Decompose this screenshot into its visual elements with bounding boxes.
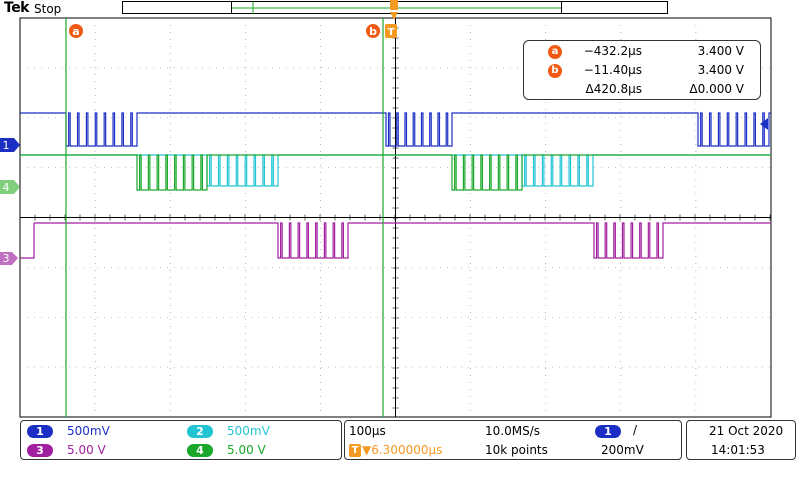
trigger-slope-icon: /: [633, 423, 638, 437]
ch3-ground-marker[interactable]: 3: [0, 252, 18, 265]
bottom-status-panel: 1 500mV 2 500mV 3 5.00 V 4 5.00 V 100µs …: [0, 418, 800, 480]
readout-time-a: −432.2µs: [583, 44, 642, 58]
ch4-badge[interactable]: 4: [187, 444, 213, 457]
ch2-badge[interactable]: 2: [187, 425, 213, 438]
ch1-ground-marker[interactable]: 1: [0, 138, 20, 152]
cursor-b-badge[interactable]: b: [366, 24, 380, 38]
svg-text:b: b: [369, 25, 377, 38]
readout-time-b: −11.40µs: [583, 63, 642, 77]
channel-scale-panel[interactable]: 1 500mV 2 500mV 3 5.00 V 4 5.00 V: [20, 420, 342, 460]
trigger-source-badge[interactable]: 1: [595, 425, 621, 438]
readout-badge-b: b: [548, 64, 562, 78]
svg-text:3: 3: [3, 252, 10, 265]
readout-value-b: 3.400 V: [697, 63, 744, 77]
datetime-panel: 21 Oct 2020 14:01:53: [686, 420, 796, 460]
ch3-badge[interactable]: 3: [27, 444, 53, 457]
ch1-scale: 500mV: [67, 424, 110, 438]
trigger-position: ▼6.300000µs: [362, 443, 443, 457]
sample-rate: 10.0MS/s: [485, 424, 540, 438]
ch4-ground-marker[interactable]: 4: [0, 180, 20, 194]
svg-text:4: 4: [3, 181, 10, 194]
ch1-badge[interactable]: 1: [27, 425, 53, 438]
ch2-scale: 500mV: [227, 424, 270, 438]
ch3-scale: 5.00 V: [67, 443, 106, 457]
readout-delta-time: Δ420.8µs: [585, 82, 642, 96]
time-display: 14:01:53: [711, 443, 765, 457]
readout-row-b: b −11.40µs 3.400 V: [524, 63, 760, 81]
date-display: 21 Oct 2020: [709, 424, 784, 438]
readout-value-a: 3.400 V: [697, 44, 744, 58]
svg-text:1: 1: [3, 139, 10, 152]
trigger-pos-icon: T: [349, 444, 361, 457]
readout-row-a: a −432.2µs 3.400 V: [524, 44, 760, 62]
time-per-div: 100µs: [349, 424, 386, 438]
svg-text:T: T: [388, 27, 395, 38]
trigger-position-marker[interactable]: T: [385, 0, 398, 38]
readout-row-delta: Δ420.8µs Δ0.000 V: [524, 82, 760, 100]
timebase-trigger-panel[interactable]: 100µs 10.0MS/s T ▼6.300000µs 10k points …: [344, 420, 682, 460]
svg-text:a: a: [72, 25, 79, 38]
cursor-a-badge[interactable]: a: [69, 24, 83, 38]
trigger-level: 200mV: [601, 443, 644, 457]
cursor-readout-box: a −432.2µs 3.400 V b −11.40µs 3.400 V Δ4…: [523, 40, 761, 100]
record-length: 10k points: [485, 443, 548, 457]
readout-delta-value: Δ0.000 V: [689, 82, 744, 96]
readout-badge-a: a: [548, 45, 562, 59]
ch4-scale: 5.00 V: [227, 443, 266, 457]
